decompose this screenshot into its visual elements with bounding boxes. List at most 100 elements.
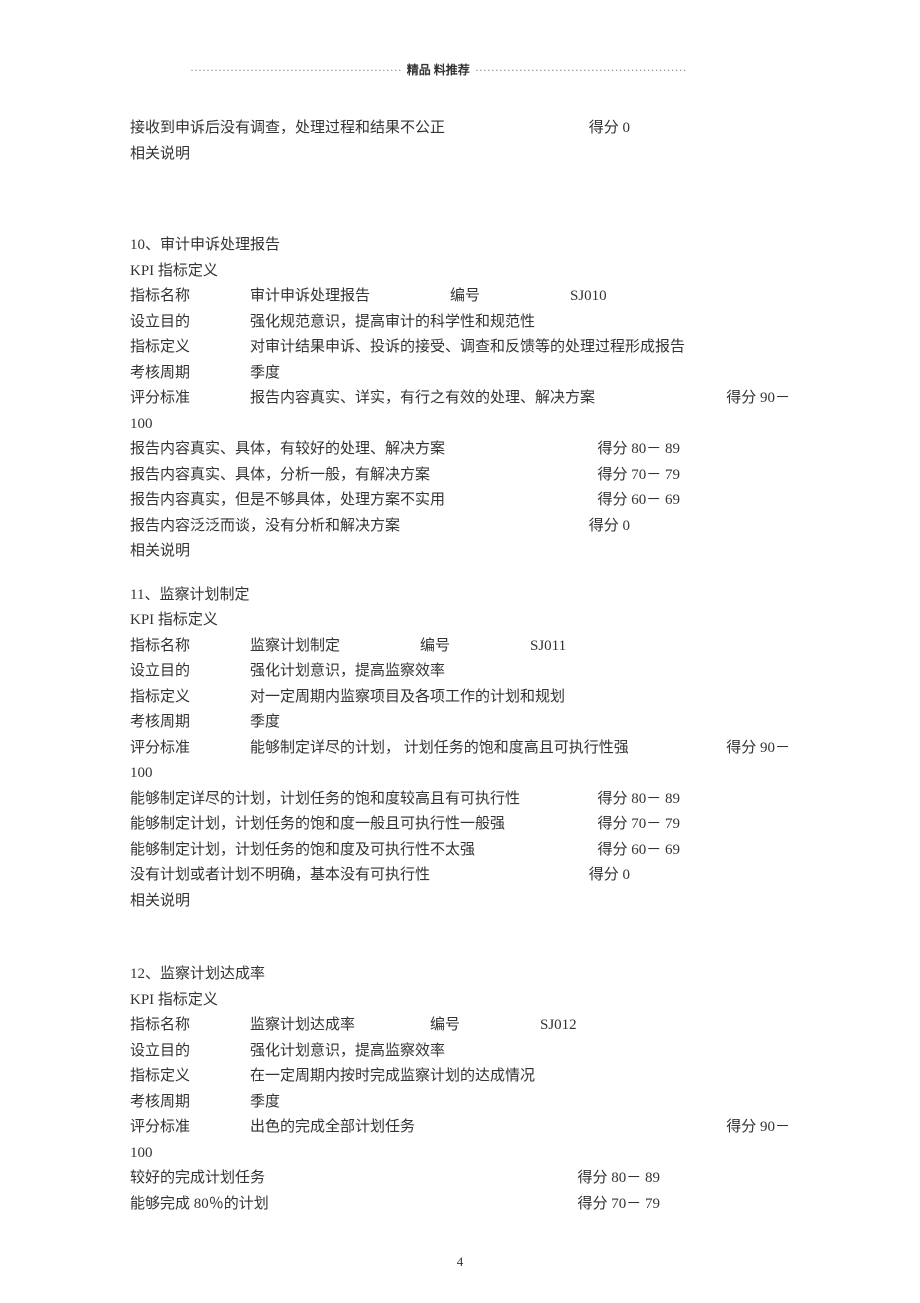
sec12-name-row: 指标名称 监察计划达成率 编号 SJ012 (130, 1013, 790, 1039)
sec12-purpose-row: 设立目的 强化计划意识，提高监察效率 (130, 1039, 790, 1065)
sec11-row-3: 没有计划或者计划不明确，基本没有可执行性 得分 0 (130, 863, 790, 889)
sec11-row-3-score: 得分 0 (589, 863, 790, 889)
sec11-name-value: 监察计划制定 (250, 634, 420, 660)
intro-note: 相关说明 (130, 142, 790, 168)
section-10-title: 10、审计申诉处理报告 (130, 233, 790, 259)
sec11-row-0: 能够制定详尽的计划，计划任务的饱和度较高且有可执行性 得分 80－ 89 (130, 787, 790, 813)
sec12-cycle-label: 考核周期 (130, 1090, 250, 1116)
sec12-row-0: 较好的完成计划任务 得分 80－ 89 (130, 1166, 790, 1192)
sec10-row-1-score: 得分 70－ 79 (597, 463, 790, 489)
sec12-std-score: 得分 90－ (726, 1115, 790, 1141)
sec12-cycle-row: 考核周期 季度 (130, 1090, 790, 1116)
sec11-std-label: 评分标准 (130, 736, 250, 762)
document-header: ········································… (190, 60, 790, 80)
sec11-row-3-desc: 没有计划或者计划不明确，基本没有可执行性 (130, 863, 430, 889)
sec12-purpose-label: 设立目的 (130, 1039, 250, 1065)
sec10-def-row: 指标定义 对审计结果申诉、投诉的接受、调查和反馈等的处理过程形成报告 (130, 335, 790, 361)
sec12-name-label: 指标名称 (130, 1013, 250, 1039)
sec12-row-0-score: 得分 80－ 89 (577, 1166, 790, 1192)
sec10-hundred: 100 (130, 412, 790, 438)
sec11-code-label: 编号 (420, 634, 530, 660)
sec12-row-1: 能够完成 80％的计划 得分 70－ 79 (130, 1192, 790, 1218)
sec12-name-value: 监察计划达成率 (250, 1013, 430, 1039)
sec10-row-0: 报告内容真实、具体，有较好的处理、解决方案 得分 80－ 89 (130, 437, 790, 463)
sec11-row-0-score: 得分 80－ 89 (597, 787, 790, 813)
sec10-cycle-row: 考核周期 季度 (130, 361, 790, 387)
sec12-hundred: 100 (130, 1141, 790, 1167)
sec11-row-0-desc: 能够制定详尽的计划，计划任务的饱和度较高且有可执行性 (130, 787, 520, 813)
sec11-std-row: 评分标准 能够制定详尽的计划， 计划任务的饱和度高且可执行性强 得分 90－ (130, 736, 790, 762)
sec10-purpose-value: 强化规范意识，提高审计的科学性和规范性 (250, 310, 535, 336)
sec10-std-label: 评分标准 (130, 386, 250, 412)
sec11-purpose-row: 设立目的 强化计划意识，提高监察效率 (130, 659, 790, 685)
sec12-purpose-value: 强化计划意识，提高监察效率 (250, 1039, 445, 1065)
sec11-cycle-row: 考核周期 季度 (130, 710, 790, 736)
sec10-cycle-value: 季度 (250, 361, 280, 387)
sec10-row-1: 报告内容真实、具体，分析一般，有解决方案 得分 70－ 79 (130, 463, 790, 489)
sec11-name-row: 指标名称 监察计划制定 编号 SJ011 (130, 634, 790, 660)
sec10-row-2-score: 得分 60－ 69 (597, 488, 790, 514)
section-10-kpi: KPI 指标定义 (130, 259, 790, 285)
sec10-code-value: SJ010 (570, 284, 790, 310)
sec11-def-row: 指标定义 对一定周期内监察项目及各项工作的计划和规划 (130, 685, 790, 711)
page-number: 4 (0, 1251, 920, 1273)
sec10-def-label: 指标定义 (130, 335, 250, 361)
sec11-cycle-value: 季度 (250, 710, 280, 736)
sec10-row-3-score: 得分 0 (589, 514, 790, 540)
sec10-cycle-label: 考核周期 (130, 361, 250, 387)
intro-score-row: 接收到申诉后没有调查，处理过程和结果不公正 得分 0 (130, 116, 790, 142)
sec11-row-1-score: 得分 70－ 79 (597, 812, 790, 838)
sec12-cycle-value: 季度 (250, 1090, 280, 1116)
sec10-row-0-score: 得分 80－ 89 (597, 437, 790, 463)
sec10-row-2-desc: 报告内容真实，但是不够具体，处理方案不实用 (130, 488, 445, 514)
sec10-name-row: 指标名称 审计申诉处理报告 编号 SJ010 (130, 284, 790, 310)
sec11-std-score: 得分 90－ (726, 736, 790, 762)
sec12-code-value: SJ012 (540, 1013, 790, 1039)
sec12-row-0-desc: 较好的完成计划任务 (130, 1166, 265, 1192)
header-dots-left: ········································… (190, 63, 402, 77)
sec11-hundred: 100 (130, 761, 790, 787)
sec11-std-value: 能够制定详尽的计划， 计划任务的饱和度高且可执行性强 (250, 736, 726, 762)
sec12-std-row: 评分标准 出色的完成全部计划任务 得分 90－ (130, 1115, 790, 1141)
sec12-row-1-desc: 能够完成 80％的计划 (130, 1192, 269, 1218)
sec12-code-label: 编号 (430, 1013, 540, 1039)
sec10-std-score: 得分 90－ (726, 386, 790, 412)
sec11-name-label: 指标名称 (130, 634, 250, 660)
sec10-row-3-desc: 报告内容泛泛而谈，没有分析和解决方案 (130, 514, 400, 540)
sec11-purpose-value: 强化计划意识，提高监察效率 (250, 659, 445, 685)
sec10-def-value: 对审计结果申诉、投诉的接受、调查和反馈等的处理过程形成报告 (250, 335, 685, 361)
sec10-code-label: 编号 (450, 284, 570, 310)
sec10-row-3: 报告内容泛泛而谈，没有分析和解决方案 得分 0 (130, 514, 790, 540)
sec11-row-1: 能够制定计划，计划任务的饱和度一般且可执行性一般强 得分 70－ 79 (130, 812, 790, 838)
header-dots-right: ········································… (475, 63, 687, 77)
section-11-kpi: KPI 指标定义 (130, 608, 790, 634)
sec12-std-value: 出色的完成全部计划任务 (250, 1115, 726, 1141)
intro-score: 得分 0 (589, 116, 790, 142)
sec11-row-2: 能够制定计划，计划任务的饱和度及可执行性不太强 得分 60－ 69 (130, 838, 790, 864)
sec10-row-0-desc: 报告内容真实、具体，有较好的处理、解决方案 (130, 437, 445, 463)
sec11-row-2-score: 得分 60－ 69 (597, 838, 790, 864)
sec11-def-value: 对一定周期内监察项目及各项工作的计划和规划 (250, 685, 565, 711)
sec11-purpose-label: 设立目的 (130, 659, 250, 685)
section-12-kpi: KPI 指标定义 (130, 988, 790, 1014)
sec10-purpose-label: 设立目的 (130, 310, 250, 336)
intro-desc: 接收到申诉后没有调查，处理过程和结果不公正 (130, 116, 445, 142)
document-body: 接收到申诉后没有调查，处理过程和结果不公正 得分 0 相关说明 10、审计申诉处… (130, 116, 790, 1217)
sec11-cycle-label: 考核周期 (130, 710, 250, 736)
sec10-name-label: 指标名称 (130, 284, 250, 310)
sec10-std-value: 报告内容真实、详实，有行之有效的处理、解决方案 (250, 386, 726, 412)
section-12-title: 12、监察计划达成率 (130, 962, 790, 988)
sec12-def-row: 指标定义 在一定周期内按时完成监察计划的达成情况 (130, 1064, 790, 1090)
sec12-std-label: 评分标准 (130, 1115, 250, 1141)
sec11-row-1-desc: 能够制定计划，计划任务的饱和度一般且可执行性一般强 (130, 812, 505, 838)
sec11-row-2-desc: 能够制定计划，计划任务的饱和度及可执行性不太强 (130, 838, 475, 864)
sec12-def-label: 指标定义 (130, 1064, 250, 1090)
document-page: ········································… (0, 0, 920, 1303)
sec10-purpose-row: 设立目的 强化规范意识，提高审计的科学性和规范性 (130, 310, 790, 336)
sec11-code-value: SJ011 (530, 634, 790, 660)
sec10-name-value: 审计申诉处理报告 (250, 284, 450, 310)
sec12-row-1-score: 得分 70－ 79 (577, 1192, 790, 1218)
sec10-row-1-desc: 报告内容真实、具体，分析一般，有解决方案 (130, 463, 430, 489)
sec11-def-label: 指标定义 (130, 685, 250, 711)
sec12-def-value: 在一定周期内按时完成监察计划的达成情况 (250, 1064, 535, 1090)
